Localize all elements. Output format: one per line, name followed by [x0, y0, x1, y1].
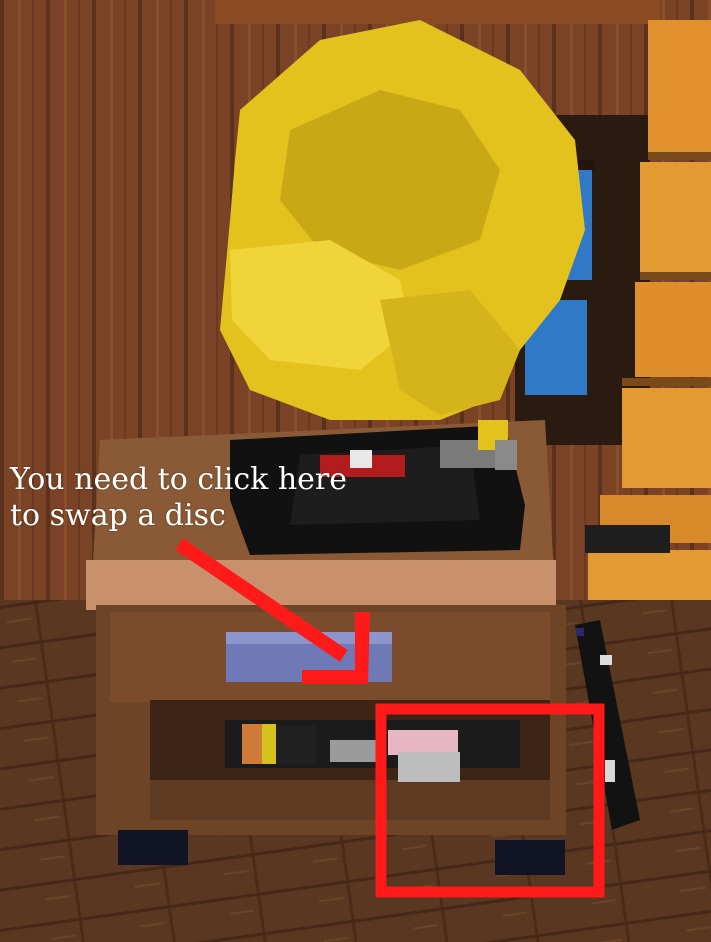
caption-line-2: to swap a disc	[10, 498, 226, 533]
game-scene: You need to click here to swap a disc	[0, 0, 711, 942]
music-disc-icon	[350, 450, 372, 468]
caption-line-1: You need to click here	[10, 462, 348, 497]
wall-beam	[215, 0, 660, 24]
disc-swap-slot[interactable]	[398, 752, 460, 782]
instruction-caption: You need to click here to swap a disc	[10, 462, 347, 534]
